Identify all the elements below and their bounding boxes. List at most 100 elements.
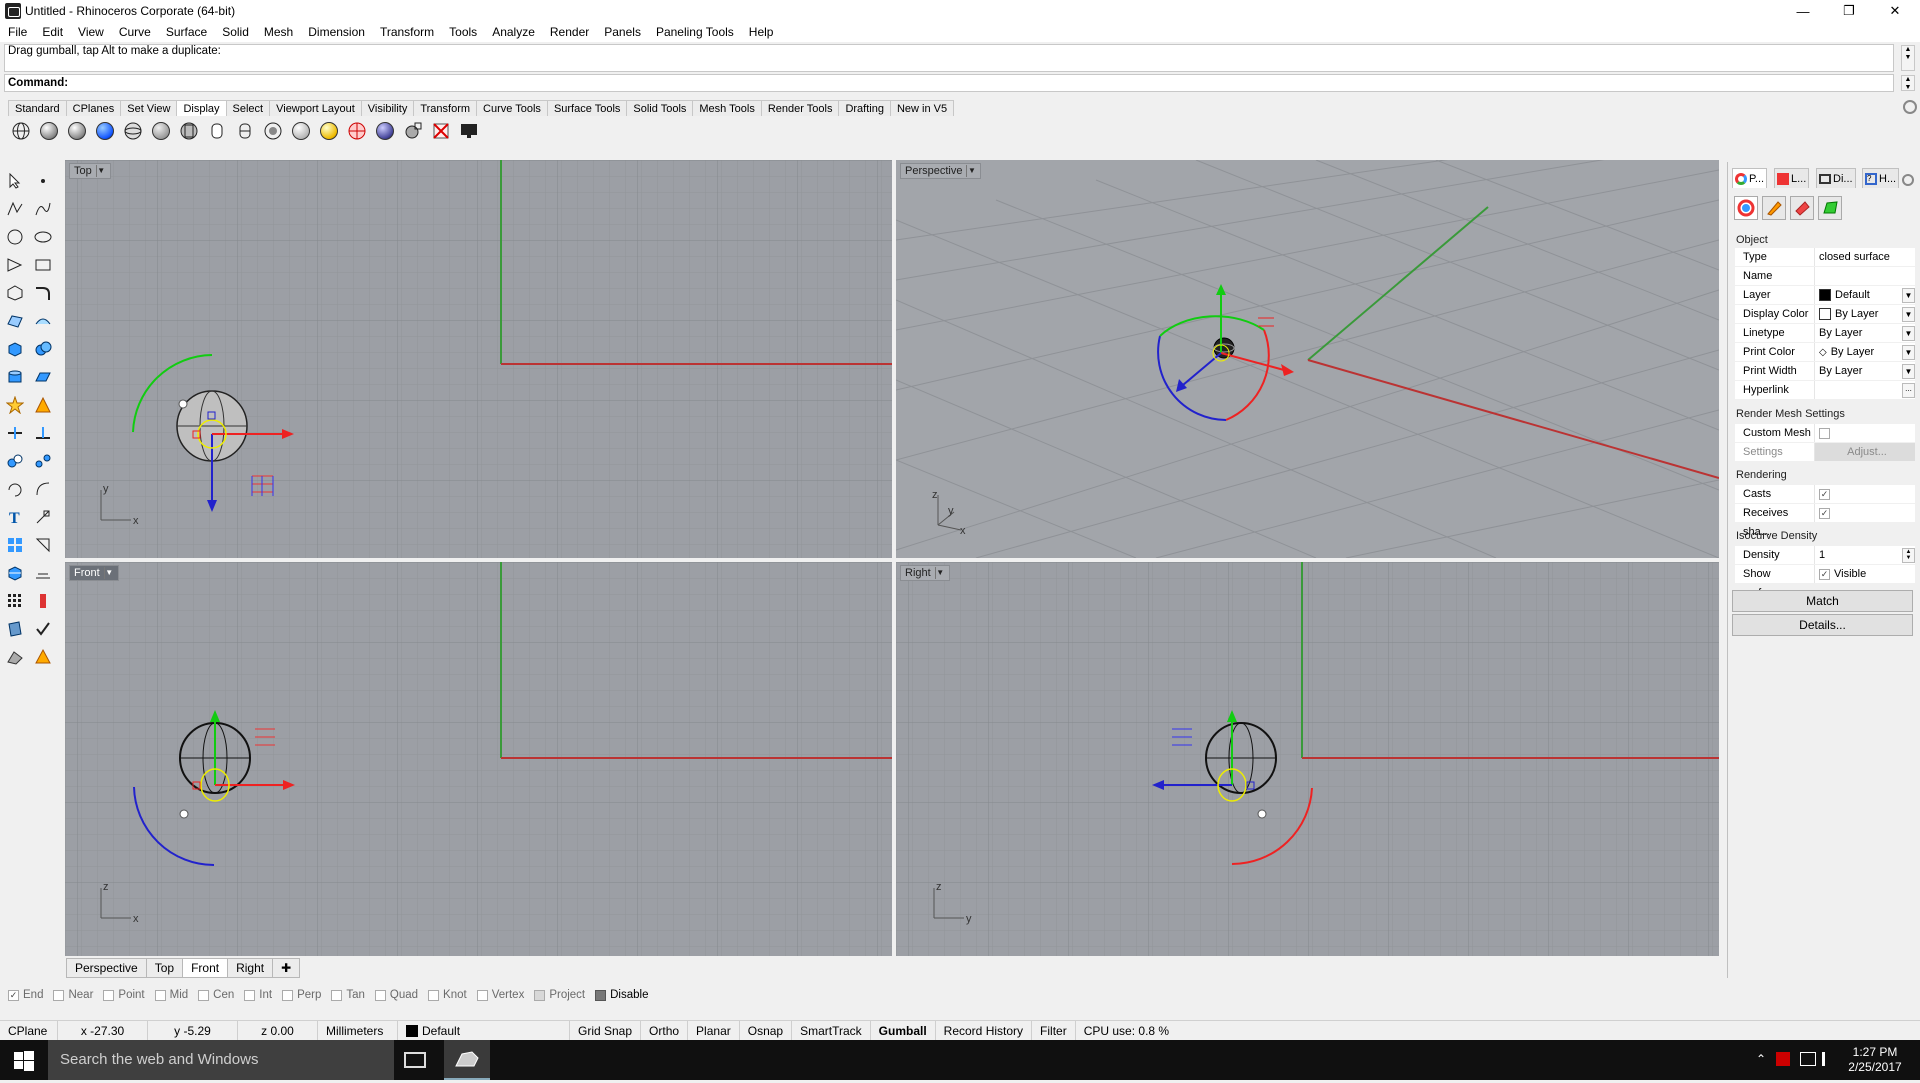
chevron-down-icon[interactable]: ▼ (1902, 364, 1915, 379)
osnap-quad[interactable]: Quad (374, 989, 418, 1001)
checkbox-icon[interactable] (198, 989, 210, 1001)
osnap-project[interactable]: Project (534, 989, 585, 1001)
viewport-label-top[interactable]: Top ▼ (69, 163, 111, 179)
menu-tools[interactable]: Tools (441, 25, 484, 39)
ellipse-icon[interactable] (32, 226, 54, 248)
restore-button[interactable]: ❐ (1826, 0, 1872, 22)
osnap-tan[interactable]: Tan (331, 989, 365, 1001)
tab-standard[interactable]: Standard (8, 100, 67, 116)
surface-icon[interactable] (4, 310, 26, 332)
tab-visibility[interactable]: Visibility (360, 100, 415, 116)
trim-icon[interactable] (4, 422, 26, 444)
osnap-point[interactable]: Point (103, 989, 145, 1001)
close-button[interactable]: ✕ (1872, 0, 1918, 22)
loft-icon[interactable] (32, 310, 54, 332)
tab-set-view[interactable]: Set View (120, 100, 178, 116)
check-icon[interactable] (32, 618, 54, 640)
join-icon[interactable] (32, 394, 54, 416)
match-button[interactable]: Match (1732, 590, 1913, 612)
vp-tab-top[interactable]: Top (145, 958, 184, 978)
tray-app-icon[interactable] (1776, 1052, 1790, 1066)
mesh-icon[interactable] (4, 562, 26, 584)
tab-render-tools[interactable]: Render Tools (760, 100, 840, 116)
grid-icon[interactable] (32, 562, 54, 584)
menu-dimension[interactable]: Dimension (300, 25, 372, 39)
status-planar[interactable]: Planar (688, 1020, 740, 1041)
receives-shadows-checkbox[interactable]: ✓ (1819, 507, 1830, 519)
status-gumball[interactable]: Gumball (871, 1020, 936, 1041)
analysis-icon[interactable] (32, 590, 54, 612)
prop-name-value[interactable] (1815, 267, 1915, 285)
checkbox-icon[interactable] (154, 989, 166, 1001)
gear-icon[interactable] (1903, 100, 1917, 114)
taskbar-search[interactable]: Search the web and Windows (48, 1040, 394, 1080)
status-grid-snap[interactable]: Grid Snap (570, 1020, 642, 1041)
clock[interactable]: 1:27 PM 2/25/2017 (1846, 1045, 1904, 1075)
rotate-icon[interactable] (4, 478, 26, 500)
panel-tab-help[interactable]: ? H... (1862, 168, 1900, 188)
menu-file[interactable]: File (0, 25, 34, 39)
viewport-label-front[interactable]: Front ▼ (69, 565, 119, 581)
density-input[interactable]: 1 (1819, 546, 1825, 565)
checkbox-icon[interactable] (428, 989, 440, 1001)
pen-icon[interactable] (206, 120, 228, 142)
viewport-right[interactable]: z y Right ▼ (896, 562, 1719, 956)
menu-transform[interactable]: Transform (372, 25, 441, 39)
text-icon[interactable]: T (4, 506, 26, 528)
details-button[interactable]: Details... (1732, 614, 1913, 636)
osnap-knot[interactable]: Knot (428, 989, 467, 1001)
prop-row-display-color[interactable]: Display Color By Layer ▼ (1735, 305, 1915, 324)
status-smarttrack[interactable]: SmartTrack (792, 1020, 871, 1041)
osnap-vertex[interactable]: Vertex (476, 989, 524, 1001)
command-line[interactable]: Command: ▲ ▼ (4, 74, 1915, 92)
ungroup-icon[interactable] (32, 450, 54, 472)
tab-surface-tools[interactable]: Surface Tools (546, 100, 628, 116)
menu-analyze[interactable]: Analyze (484, 25, 542, 39)
rectangle-icon[interactable] (32, 254, 54, 276)
artistic-icon[interactable] (178, 120, 200, 142)
history-scroll-icon[interactable]: ▲ ▼ (1901, 45, 1915, 71)
add-viewport-tab-icon[interactable]: ✚ (272, 958, 301, 978)
array-grid-icon[interactable] (4, 590, 26, 612)
checkbox-icon[interactable] (244, 989, 256, 1001)
dimension-icon[interactable] (32, 506, 54, 528)
vp-tab-perspective[interactable]: Perspective (66, 958, 147, 978)
technical-icon[interactable] (150, 120, 172, 142)
osnap-int[interactable]: Int (244, 989, 272, 1001)
osnap-near[interactable]: Near (53, 989, 93, 1001)
array-icon[interactable] (4, 534, 26, 556)
environment-icon[interactable] (430, 120, 452, 142)
osnap-mid[interactable]: Mid (154, 989, 188, 1001)
tab-drafting[interactable]: Drafting (838, 100, 891, 116)
checkbox-checked-icon[interactable]: ✓ (8, 989, 19, 1001)
gear-icon[interactable] (1902, 174, 1914, 186)
ellipsis-icon[interactable]: ... (1902, 383, 1915, 398)
adjust-button[interactable]: Adjust... (1815, 443, 1915, 461)
checkbox-icon[interactable] (374, 989, 386, 1001)
prop-row-print-color[interactable]: Print Color ◇ By Layer ▼ (1735, 343, 1915, 362)
chevron-down-icon[interactable]: ▼ (1902, 326, 1915, 341)
split-icon[interactable] (32, 422, 54, 444)
osnap-disable[interactable]: Disable (595, 989, 648, 1001)
ghosted-icon[interactable] (94, 120, 116, 142)
display-icon[interactable] (458, 120, 480, 142)
viewport-label-perspective[interactable]: Perspective ▼ (900, 163, 982, 179)
osnap-end[interactable]: ✓ End (8, 989, 43, 1001)
cylinder-icon[interactable] (4, 366, 26, 388)
chevron-down-icon[interactable]: ▼ (1902, 345, 1915, 360)
tab-new-in-v5[interactable]: New in V5 (889, 100, 955, 116)
zebra-icon[interactable] (346, 120, 368, 142)
material-icon[interactable] (1762, 196, 1786, 220)
mode2-icon[interactable] (262, 120, 284, 142)
rhino-taskbar-icon[interactable] (444, 1040, 490, 1080)
prop-row-hyperlink[interactable]: Hyperlink... (1735, 381, 1915, 400)
wireframe-icon[interactable] (10, 120, 32, 142)
circle-icon[interactable] (4, 226, 26, 248)
tray-chevron-icon[interactable]: ⌃ (1756, 1052, 1766, 1066)
status-units[interactable]: Millimeters (318, 1020, 398, 1041)
xray-icon[interactable] (122, 120, 144, 142)
prop-row-layer[interactable]: Layer Default ▼ (1735, 286, 1915, 305)
menu-panels[interactable]: Panels (596, 25, 648, 39)
menu-view[interactable]: View (70, 25, 111, 39)
viewport-front[interactable]: z x Front ▼ (65, 562, 892, 956)
